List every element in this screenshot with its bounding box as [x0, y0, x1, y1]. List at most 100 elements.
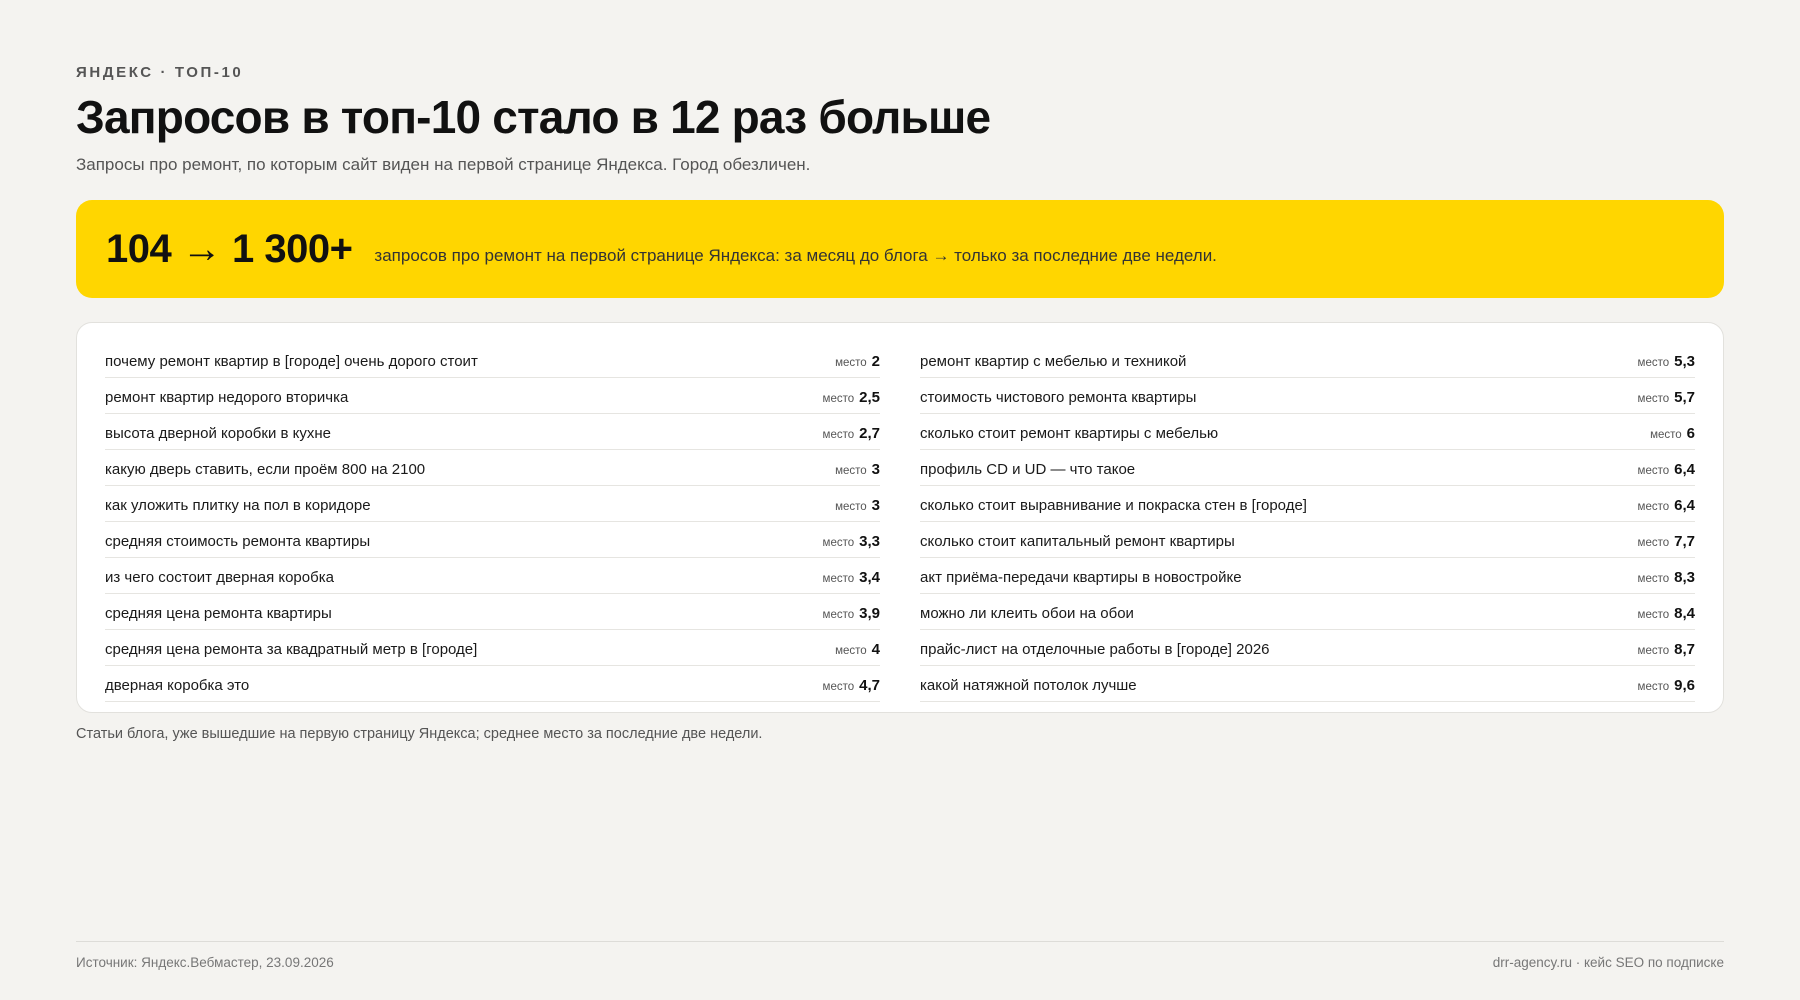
query-position: место 5,3	[1638, 353, 1695, 370]
query-text: дверная коробка это	[105, 677, 250, 694]
position-label: место	[1637, 645, 1670, 657]
query-text: ремонт квартир с мебелью и техникой	[920, 353, 1187, 370]
query-text: какой натяжной потолок лучше	[920, 677, 1137, 694]
position-value: 2,7	[859, 425, 880, 442]
position-value: 4,7	[859, 677, 880, 694]
query-position: место 3	[835, 461, 880, 478]
position-label: место	[1637, 357, 1670, 369]
query-row: профиль CD и UD — что такое место 6,4	[920, 452, 1695, 486]
query-row: дверная коробка это место 4,7	[105, 668, 880, 702]
query-row: какой натяжной потолок лучше место 9,6	[920, 668, 1695, 702]
position-value: 2,5	[859, 389, 880, 406]
query-position: место 3	[835, 497, 880, 514]
slide: ЯНДЕКС · ТОП-10 Запросов в топ-10 стало …	[76, 0, 1724, 1000]
table-caption: Статьи блога, уже вышедшие на первую стр…	[76, 726, 763, 742]
query-row: средняя цена ремонта за квадратный метр …	[105, 632, 880, 666]
query-text: акт приёма-передачи квартиры в новострой…	[920, 569, 1242, 586]
query-text: какую дверь ставить, если проём 800 на 2…	[105, 461, 426, 478]
queries-column-right: ремонт квартир с мебелью и техникой место…	[920, 344, 1695, 704]
position-label: место	[822, 393, 855, 405]
position-value: 8,7	[1674, 641, 1695, 658]
position-label: место	[822, 681, 855, 693]
position-value: 6	[1686, 425, 1695, 442]
position-label: место	[835, 465, 867, 477]
queries-column-left: почему ремонт квартир в [городе] очень д…	[105, 344, 880, 704]
query-text: как уложить плитку на пол в коридоре	[105, 497, 371, 514]
position-label: место	[835, 645, 867, 657]
query-row: можно ли клеить обои на обои место 8,4	[920, 596, 1695, 630]
position-label: место	[1637, 465, 1670, 477]
query-text: сколько стоит ремонт квартиры с мебелью	[920, 425, 1219, 442]
position-label: место	[835, 501, 867, 513]
position-label: место	[1637, 501, 1670, 513]
query-row: акт приёма-передачи квартиры в новострой…	[920, 560, 1695, 594]
query-row: сколько стоит выравнивание и покраска ст…	[920, 488, 1695, 522]
query-text: средняя стоимость ремонта квартиры	[105, 533, 371, 550]
query-position: место 9,6	[1638, 677, 1695, 694]
position-label: место	[1637, 609, 1670, 621]
query-row: сколько стоит капитальный ремонт квартир…	[920, 524, 1695, 558]
position-label: место	[1650, 429, 1682, 441]
position-value: 5,7	[1674, 389, 1695, 406]
position-value: 3	[871, 497, 880, 514]
query-text: можно ли клеить обои на обои	[920, 605, 1134, 622]
footer-divider	[76, 941, 1724, 942]
position-label: место	[1637, 573, 1670, 585]
query-text: средняя цена ремонта за квадратный метр …	[105, 641, 478, 658]
query-row: как уложить плитку на пол в коридоре мест…	[105, 488, 880, 522]
position-value: 2	[871, 353, 880, 370]
page-title: Запросов в топ-10 стало в 12 раз больше	[76, 91, 991, 143]
position-label: место	[822, 537, 855, 549]
position-value: 5,3	[1674, 353, 1695, 370]
position-value: 9,6	[1674, 677, 1695, 694]
query-text: средняя цена ремонта квартиры	[105, 605, 332, 622]
query-position: место 6	[1650, 425, 1695, 442]
query-position: место 4,7	[823, 677, 880, 694]
query-row: из чего состоит дверная коробка место 3,4	[105, 560, 880, 594]
query-row: высота дверной коробки в кухне место 2,7	[105, 416, 880, 450]
query-row: какую дверь ставить, если проём 800 на 2…	[105, 452, 880, 486]
position-value: 3	[871, 461, 880, 478]
position-value: 3,3	[859, 533, 880, 550]
query-position: место 3,3	[823, 533, 880, 550]
footer-source: Источник: Яндекс.Вебмастер, 23.09.2026	[76, 955, 334, 970]
position-label: место	[835, 357, 867, 369]
query-position: место 6,4	[1638, 497, 1695, 514]
query-text: из чего состоит дверная коробка	[105, 569, 334, 586]
query-row: почему ремонт квартир в [городе] очень д…	[105, 344, 880, 378]
query-row: прайс-лист на отделочные работы в [город…	[920, 632, 1695, 666]
query-position: место 3,4	[823, 569, 880, 586]
position-value: 3,9	[859, 605, 880, 622]
query-text: сколько стоит выравнивание и покраска ст…	[920, 497, 1307, 514]
query-position: место 7,7	[1638, 533, 1695, 550]
queries-card: почему ремонт квартир в [городе] очень д…	[76, 322, 1724, 713]
query-text: прайс-лист на отделочные работы в [город…	[920, 641, 1270, 658]
query-position: место 5,7	[1638, 389, 1695, 406]
page-subtitle: Запросы про ремонт, по которым сайт виде…	[76, 155, 811, 174]
query-text: профиль CD и UD — что такое	[920, 461, 1136, 478]
position-value: 4	[871, 641, 880, 658]
position-label: место	[822, 429, 855, 441]
query-position: место 8,7	[1638, 641, 1695, 658]
position-label: место	[822, 573, 855, 585]
query-position: место 2,7	[823, 425, 880, 442]
query-position: место 2,5	[823, 389, 880, 406]
query-position: место 8,3	[1638, 569, 1695, 586]
query-position: место 6,4	[1638, 461, 1695, 478]
position-value: 6,4	[1674, 461, 1695, 478]
position-value: 8,3	[1674, 569, 1695, 586]
position-label: место	[1637, 393, 1670, 405]
position-label: место	[1637, 537, 1670, 549]
position-label: место	[822, 609, 855, 621]
position-value: 7,7	[1674, 533, 1695, 550]
query-text: сколько стоит капитальный ремонт квартир…	[920, 533, 1235, 550]
query-text: почему ремонт квартир в [городе] очень д…	[105, 353, 478, 370]
position-label: место	[1637, 681, 1670, 693]
eyebrow-label: ЯНДЕКС · ТОП-10	[76, 64, 244, 81]
query-text: ремонт квартир недорого вторичка	[105, 389, 349, 406]
query-row: ремонт квартир с мебелью и техникой место…	[920, 344, 1695, 378]
highlight-banner: 104 → 1 300+ запросов про ремонт на перв…	[76, 200, 1724, 298]
query-position: место 8,4	[1638, 605, 1695, 622]
banner-figure: 104 → 1 300+	[106, 226, 353, 271]
query-row: стоимость чистового ремонта квартиры мест…	[920, 380, 1695, 414]
